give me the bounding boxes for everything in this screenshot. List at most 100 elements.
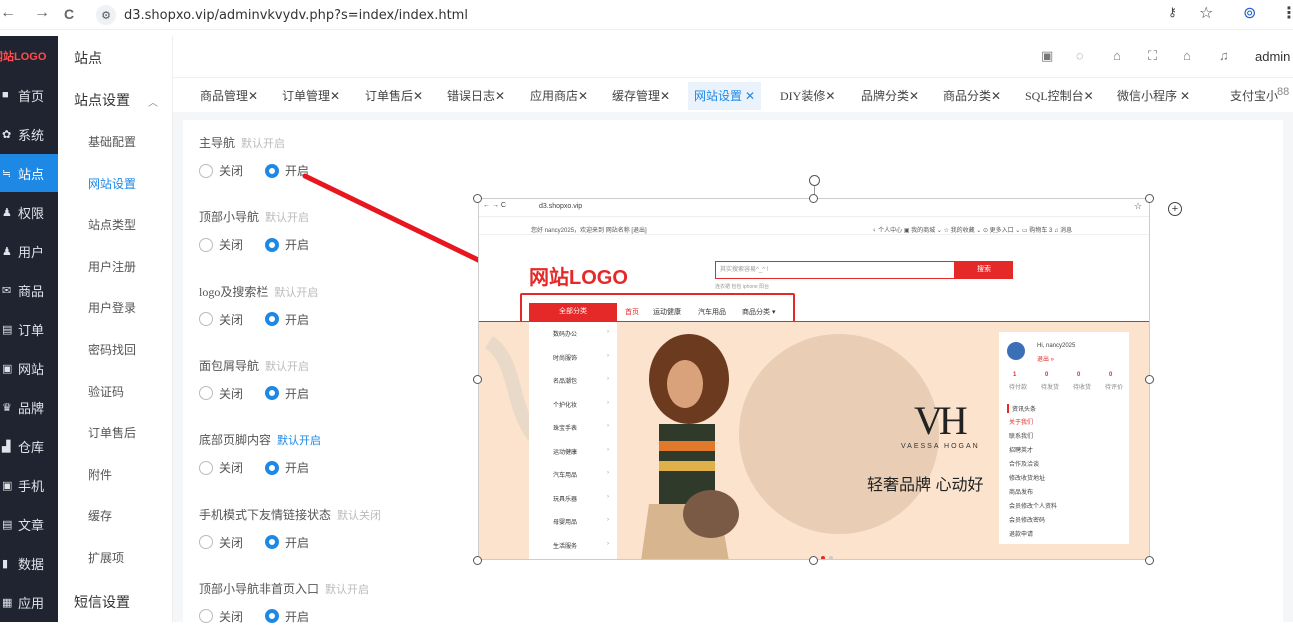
- radio-off-label[interactable]: 关闭: [219, 459, 243, 476]
- radio-off[interactable]: [199, 386, 213, 401]
- sub-sidebar-item[interactable]: 密码找回: [88, 341, 136, 358]
- admin-logo[interactable]: 网站LOGO: [0, 48, 46, 64]
- tab[interactable]: DIY装修✕: [780, 82, 835, 110]
- tab[interactable]: 订单售后✕: [365, 82, 423, 110]
- sidebar-item-5[interactable]: ✉ 商品: [0, 271, 58, 309]
- sub-sidebar-group-sms[interactable]: 短信设置: [74, 592, 130, 612]
- home-icon[interactable]: ⌂: [1183, 48, 1191, 63]
- radio-on[interactable]: [265, 312, 280, 327]
- tab[interactable]: 支付宝小: [1230, 82, 1278, 110]
- tab[interactable]: 订单管理✕: [282, 82, 340, 110]
- tab[interactable]: 应用商店✕: [530, 82, 588, 110]
- bell-icon[interactable]: ♫: [1219, 48, 1229, 63]
- radio-on-label[interactable]: 开启: [285, 534, 309, 551]
- tab[interactable]: 品牌分类✕: [861, 82, 919, 110]
- sub-sidebar-item[interactable]: 基础配置: [88, 133, 136, 150]
- sidebar-item-8[interactable]: ♛ 品牌: [0, 388, 58, 426]
- chevron-up-icon[interactable]: ︿: [148, 94, 158, 109]
- key-icon[interactable]: ⚷: [1168, 5, 1177, 19]
- radio-on[interactable]: [265, 535, 280, 549]
- radio-off-label[interactable]: 关闭: [219, 608, 243, 625]
- sidebar-item-7[interactable]: ▣ 网站: [0, 349, 58, 387]
- radio-on-label[interactable]: 开启: [285, 459, 309, 476]
- bookmark-star-icon[interactable]: ☆: [1199, 3, 1213, 23]
- sidebar-item-icon: ♛: [2, 401, 12, 414]
- sidebar-item-11[interactable]: ▤ 文章: [0, 505, 58, 543]
- reload-button[interactable]: C: [64, 6, 74, 22]
- tab[interactable]: 网站设置 ✕: [688, 82, 762, 110]
- radio-on-label[interactable]: 开启: [285, 162, 309, 179]
- tab[interactable]: 商品管理✕: [200, 82, 258, 110]
- radio-on-label[interactable]: 开启: [285, 236, 309, 253]
- radio-off-label[interactable]: 关闭: [219, 385, 243, 402]
- sub-sidebar-item[interactable]: 用户注册: [88, 258, 136, 275]
- profile-icon[interactable]: ⊚: [1243, 3, 1256, 23]
- radio-off[interactable]: [199, 312, 213, 327]
- forward-button[interactable]: →: [34, 4, 50, 22]
- sidebar-item-12[interactable]: ▮ 数据: [0, 544, 58, 582]
- resize-handle[interactable]: [809, 556, 818, 565]
- sub-sidebar-item[interactable]: 扩展项: [88, 549, 124, 566]
- sidebar-item-2[interactable]: ≒ 站点: [0, 154, 58, 192]
- radio-on-label[interactable]: 开启: [285, 311, 309, 328]
- add-icon[interactable]: +: [1168, 202, 1182, 216]
- radio-off[interactable]: [199, 460, 213, 475]
- radio-off[interactable]: [199, 535, 213, 549]
- back-button[interactable]: ←: [0, 4, 16, 22]
- sub-sidebar-item[interactable]: 附件: [88, 466, 112, 483]
- radio-off-label[interactable]: 关闭: [219, 162, 243, 179]
- radio-on[interactable]: [265, 163, 280, 178]
- resize-handle[interactable]: [809, 194, 818, 203]
- sidebar-item-10[interactable]: ▣ 手机: [0, 466, 58, 504]
- resize-handle[interactable]: [1145, 556, 1154, 565]
- address-bar[interactable]: ⚙ d3.shopxo.vip/adminvkvydv.php?s=index/…: [96, 3, 468, 27]
- sub-sidebar-item[interactable]: 验证码: [88, 383, 124, 400]
- clear-cache-icon[interactable]: ⌂: [1113, 48, 1121, 63]
- sub-sidebar-group-site-settings[interactable]: 站点设置: [74, 90, 130, 110]
- tab[interactable]: SQL控制台✕: [1025, 82, 1094, 110]
- doc-icon[interactable]: ▣: [1041, 48, 1053, 64]
- palette-icon[interactable]: ◌: [1076, 48, 1084, 63]
- sidebar-item-13[interactable]: ▦ 应用: [0, 583, 58, 621]
- resize-handle[interactable]: [1145, 375, 1154, 384]
- radio-on-label[interactable]: 开启: [285, 608, 309, 625]
- sub-sidebar-item[interactable]: 订单售后: [88, 424, 136, 441]
- setting-label: 顶部小导航非首页入口: [199, 581, 320, 596]
- sidebar-item-9[interactable]: ▟ 仓库: [0, 427, 58, 465]
- radio-on[interactable]: [265, 609, 280, 624]
- radio-off-label[interactable]: 关闭: [219, 534, 243, 551]
- sub-sidebar-item[interactable]: 用户登录: [88, 299, 136, 316]
- tab[interactable]: 缓存管理✕: [612, 82, 670, 110]
- sidebar-item-4[interactable]: ♟ 用户: [0, 232, 58, 270]
- radio-off[interactable]: [199, 163, 213, 178]
- sidebar-item-6[interactable]: ▤ 订单: [0, 310, 58, 348]
- radio-off-label[interactable]: 关闭: [219, 236, 243, 253]
- resize-handle[interactable]: [473, 194, 482, 203]
- tabs-more-icon[interactable]: 88: [1277, 86, 1289, 98]
- radio-off[interactable]: [199, 609, 213, 624]
- radio-on-label[interactable]: 开启: [285, 385, 309, 402]
- tab[interactable]: 商品分类✕: [943, 82, 1001, 110]
- site-settings-icon[interactable]: ⚙: [96, 5, 116, 25]
- sidebar-item-3[interactable]: ♟ 权限: [0, 193, 58, 231]
- radio-on[interactable]: [265, 386, 280, 401]
- tab[interactable]: 微信小程序 ✕: [1117, 82, 1190, 110]
- resize-handle[interactable]: [473, 556, 482, 565]
- sub-sidebar-item[interactable]: 网站设置: [88, 175, 136, 192]
- sub-sidebar-item[interactable]: 缓存: [88, 507, 112, 524]
- radio-off[interactable]: [199, 237, 213, 252]
- resize-handle[interactable]: [1145, 194, 1154, 203]
- radio-on[interactable]: [265, 460, 280, 475]
- browser-menu-icon[interactable]: ⋮: [1281, 3, 1293, 23]
- sub-sidebar-item[interactable]: 站点类型: [88, 216, 136, 233]
- rotate-handle[interactable]: [809, 175, 820, 186]
- sidebar-item-1[interactable]: ✿ 系统: [0, 115, 58, 153]
- embedded-screenshot[interactable]: ← → C d3.shopxo.vip ☆ 您好 nancy2025，欢迎来到 …: [478, 198, 1150, 560]
- radio-on[interactable]: [265, 237, 280, 252]
- fullscreen-icon[interactable]: ⛶: [1148, 48, 1157, 64]
- admin-user[interactable]: admin: [1255, 49, 1290, 64]
- sidebar-item-0[interactable]: ■ 首页: [0, 76, 58, 114]
- tab[interactable]: 错误日志✕: [447, 82, 505, 110]
- radio-off-label[interactable]: 关闭: [219, 311, 243, 328]
- resize-handle[interactable]: [473, 375, 482, 384]
